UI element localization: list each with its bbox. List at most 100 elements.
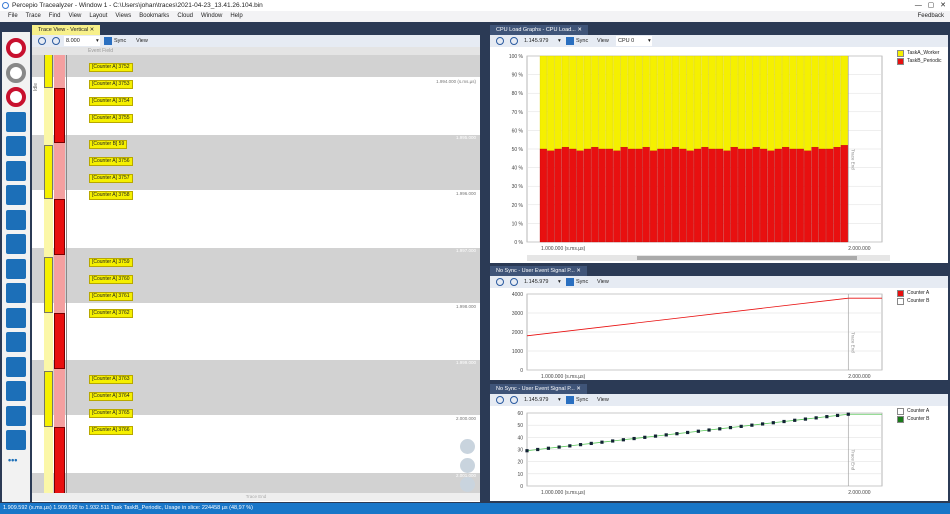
legend-item[interactable]: Counter B: [897, 298, 930, 306]
task-a-worker-block[interactable]: [44, 257, 53, 313]
menu-find[interactable]: Find: [49, 13, 61, 19]
user-event-label[interactable]: [Counter A] 3757: [89, 174, 133, 183]
dropdown-chevron-icon[interactable]: ▾: [558, 276, 561, 288]
view-menu[interactable]: View: [597, 394, 609, 406]
dropdown-chevron-icon[interactable]: ▾: [96, 35, 99, 47]
snapshot-icon[interactable]: [6, 87, 26, 107]
user-event-label[interactable]: [Counter A] 3753: [89, 80, 133, 89]
record-icon[interactable]: [6, 38, 26, 58]
sync-button[interactable]: Sync: [576, 35, 588, 47]
legend-item[interactable]: TaskB_Periodic: [897, 58, 941, 66]
sync-icon[interactable]: [566, 278, 574, 286]
comm-icon[interactable]: [6, 258, 26, 279]
dropdown-chevron-icon[interactable]: ▾: [648, 35, 651, 47]
sync-icon[interactable]: [566, 396, 574, 404]
menu-view[interactable]: View: [68, 13, 81, 19]
user-event-label[interactable]: [Counter A] 3763: [89, 375, 133, 384]
zoom-level-input[interactable]: 1.145.979: [524, 35, 548, 47]
dropdown-chevron-icon[interactable]: ▾: [558, 394, 561, 406]
user-event-label[interactable]: [Counter A] 3764: [89, 392, 133, 401]
user-event-label[interactable]: [Counter A] 3756: [89, 157, 133, 166]
actor-icon[interactable]: [6, 209, 26, 230]
menu-bookmarks[interactable]: Bookmarks: [139, 13, 169, 19]
user-event-label[interactable]: [Counter A] 3759: [89, 258, 133, 267]
tab-trace-view[interactable]: Trace View - Vertical ✕: [32, 25, 101, 35]
user-event-label[interactable]: [Counter A] 3766: [89, 426, 133, 435]
user-event-label[interactable]: [Counter A] 3761: [89, 292, 133, 301]
sync-icon[interactable]: [104, 37, 112, 45]
task-a-worker-block[interactable]: [44, 55, 53, 88]
user-event-label[interactable]: [Counter A] 3762: [89, 309, 133, 318]
horizontal-scrollbar[interactable]: Trace End: [32, 493, 480, 501]
view-menu[interactable]: View: [597, 35, 609, 47]
menu-views[interactable]: Views: [115, 13, 131, 19]
signal-icon[interactable]: [6, 307, 26, 328]
user-event-label[interactable]: [Counter A] 3760: [89, 275, 133, 284]
zoom-out-button[interactable]: [460, 458, 475, 473]
menu-help[interactable]: Help: [230, 13, 242, 19]
task-b-periodic-block[interactable]: [54, 427, 65, 495]
cpu-2-icon[interactable]: [6, 405, 26, 426]
zoom-level-input[interactable]: 1.145.979: [524, 394, 548, 406]
cpu-3-icon[interactable]: [6, 430, 26, 450]
legend-item[interactable]: Counter A: [897, 290, 930, 298]
zoom-out-icon[interactable]: [52, 37, 60, 45]
legend-item[interactable]: Counter B: [897, 416, 930, 424]
flow-icon[interactable]: [6, 332, 26, 352]
cpu-select[interactable]: CPU 0: [616, 36, 652, 46]
user-icon[interactable]: [6, 381, 26, 401]
menu-window[interactable]: Window: [201, 13, 222, 19]
bar-taskb-periodic: [811, 146, 819, 243]
tab-cpu-load[interactable]: CPU Load Graphs - CPU Load... ✕: [490, 25, 588, 35]
view-menu[interactable]: View: [597, 276, 609, 288]
menu-file[interactable]: File: [8, 13, 18, 19]
dropdown-chevron-icon[interactable]: ▾: [558, 35, 561, 47]
tab-signal-plot-1[interactable]: No Sync - User Event Signal P... ✕: [490, 266, 587, 276]
tab-signal-plot-2[interactable]: No Sync - User Event Signal P... ✕: [490, 384, 587, 394]
view-menu[interactable]: View: [136, 35, 148, 47]
zoom-level-input[interactable]: 1.145.979: [524, 276, 548, 288]
events-icon[interactable]: [6, 185, 26, 205]
overview-icon[interactable]: [6, 111, 26, 132]
legend-item[interactable]: Counter A: [897, 408, 930, 416]
zoom-in-icon[interactable]: [496, 278, 504, 286]
zoom-out-icon[interactable]: [510, 278, 518, 286]
sync-button[interactable]: Sync: [114, 35, 126, 47]
feedback-button[interactable]: Feedback: [918, 11, 944, 22]
zoom-out-icon[interactable]: [510, 37, 518, 45]
legend-item[interactable]: TaskA_Worker: [897, 50, 941, 58]
window-controls[interactable]: — ▢ ✕: [915, 0, 946, 11]
add-button[interactable]: [460, 477, 475, 492]
zoom-in-icon[interactable]: [38, 37, 46, 45]
more-icon[interactable]: •••: [8, 455, 17, 465]
task-b-periodic-block[interactable]: [54, 199, 65, 255]
cpu-icon[interactable]: [6, 160, 26, 181]
sync-icon[interactable]: [566, 37, 574, 45]
zoom-in-button[interactable]: [460, 439, 475, 454]
user-event-label[interactable]: [Counter A] 3752: [89, 63, 133, 72]
user-event-label[interactable]: [Counter A] 3765: [89, 409, 133, 418]
zoom-in-icon[interactable]: [496, 37, 504, 45]
menu-layout[interactable]: Layout: [89, 13, 107, 19]
stop-icon[interactable]: [6, 62, 26, 83]
menu-trace[interactable]: Trace: [26, 13, 41, 19]
task-b-periodic-block[interactable]: [54, 313, 65, 369]
zoom-in-icon[interactable]: [496, 396, 504, 404]
zoom-level-input[interactable]: 8.000: [64, 36, 100, 46]
trace-icon[interactable]: [6, 136, 26, 156]
memory-icon[interactable]: [6, 356, 26, 377]
kernel-icon[interactable]: [6, 234, 26, 254]
trace-timeline[interactable]: Idle [Counter A] 3752 [Counter A] 3753 [Cou…: [32, 55, 480, 495]
menu-cloud[interactable]: Cloud: [177, 13, 193, 19]
user-event-label[interactable]: [Counter A] 3754: [89, 97, 133, 106]
user-event-label[interactable]: [Counter A] 3755: [89, 114, 133, 123]
sync-button[interactable]: Sync: [576, 276, 588, 288]
sync-button[interactable]: Sync: [576, 394, 588, 406]
task-a-worker-block[interactable]: [44, 145, 53, 199]
task-a-worker-block[interactable]: [44, 371, 53, 427]
zoom-out-icon[interactable]: [510, 396, 518, 404]
user-event-label[interactable]: [Counter B] 59: [89, 140, 128, 149]
task-b-periodic-block[interactable]: [54, 88, 65, 143]
user-event-label[interactable]: [Counter A] 3758: [89, 191, 133, 200]
events-list-icon[interactable]: [6, 283, 26, 303]
